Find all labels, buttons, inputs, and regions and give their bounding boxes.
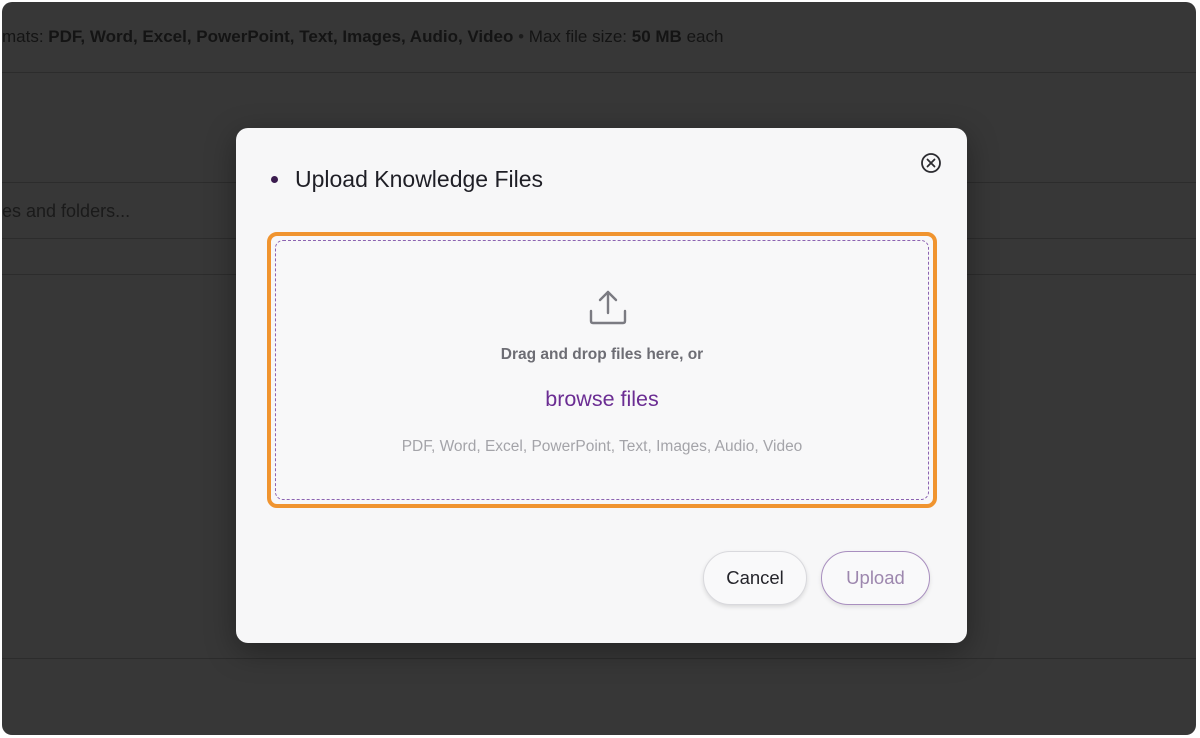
search-input[interactable]: es and folders... bbox=[2, 201, 130, 222]
divider bbox=[2, 72, 1196, 73]
supported-formats-hint: PDF, Word, Excel, PowerPoint, Text, Imag… bbox=[401, 438, 803, 455]
dropzone-instruction: Drag and drop files here, or bbox=[500, 346, 704, 363]
formats-prefix: mats: bbox=[2, 27, 49, 46]
upload-icon bbox=[588, 287, 628, 327]
browse-files-link[interactable]: browse files bbox=[276, 387, 928, 412]
separator: • bbox=[513, 27, 529, 46]
max-size-value: 50 MB bbox=[631, 27, 682, 46]
max-size-label: Max file size: bbox=[528, 27, 632, 46]
dialog-title-text: Upload Knowledge Files bbox=[295, 166, 544, 192]
file-dropzone[interactable]: Drag and drop files here, or browse file… bbox=[275, 240, 929, 500]
app-window: mats: PDF, Word, Excel, PowerPoint, Text… bbox=[2, 2, 1196, 735]
upload-button[interactable]: Upload bbox=[821, 551, 930, 605]
max-size-suffix: each bbox=[681, 27, 724, 46]
divider bbox=[2, 658, 1196, 659]
cancel-button[interactable]: Cancel bbox=[703, 551, 807, 605]
upload-dialog: Upload Knowledge Files Drag and drop fil… bbox=[236, 128, 967, 643]
close-icon[interactable] bbox=[920, 152, 942, 174]
dropzone-highlight: Drag and drop files here, or browse file… bbox=[267, 232, 937, 508]
supported-formats-text: mats: PDF, Word, Excel, PowerPoint, Text… bbox=[2, 27, 723, 47]
dialog-title: Upload Knowledge Files bbox=[271, 166, 543, 193]
formats-list: PDF, Word, Excel, PowerPoint, Text, Imag… bbox=[48, 27, 514, 46]
title-bullet-icon bbox=[271, 176, 278, 183]
